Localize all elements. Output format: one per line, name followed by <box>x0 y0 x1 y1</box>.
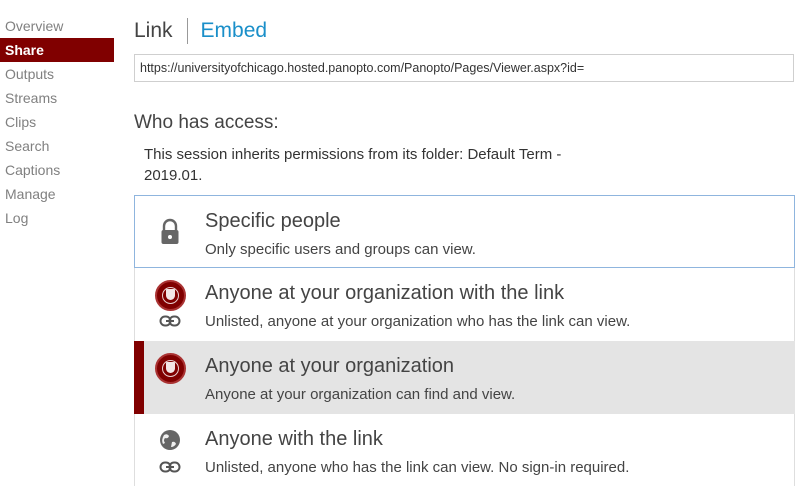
sidebar-item-outputs[interactable]: Outputs <box>0 62 114 86</box>
sidebar-item-search[interactable]: Search <box>0 134 114 158</box>
link-icon <box>159 315 181 327</box>
organization-seal-icon <box>153 280 187 332</box>
share-tabs: Link Embed <box>134 16 267 46</box>
option-description: Unlisted, anyone who has the link can vi… <box>205 459 630 476</box>
sidebar-item-share[interactable]: Share <box>0 38 114 62</box>
option-description: Unlisted, anyone at your organization wh… <box>205 313 631 330</box>
option-title: Anyone at your organization <box>205 355 455 377</box>
option-title: Anyone at your organization with the lin… <box>205 282 565 304</box>
access-option-org-with-link[interactable]: Anyone at your organization with the lin… <box>134 268 795 341</box>
inherit-permissions-text: This session inherits permissions from i… <box>144 146 562 184</box>
access-option-specific-people[interactable]: Specific people Only specific users and … <box>134 195 795 268</box>
lock-icon <box>153 208 187 260</box>
link-icon <box>159 461 181 473</box>
access-heading: Who has access: <box>134 112 279 133</box>
access-options-list: Specific people Only specific users and … <box>134 195 795 486</box>
sidebar-item-overview[interactable]: Overview <box>0 14 114 38</box>
sidebar-item-clips[interactable]: Clips <box>0 110 114 134</box>
option-title: Anyone with the link <box>205 428 383 450</box>
option-description: Anyone at your organization can find and… <box>205 386 516 403</box>
access-option-anyone-with-link[interactable]: Anyone with the link Unlisted, anyone wh… <box>134 414 795 486</box>
sidebar-item-log[interactable]: Log <box>0 206 114 230</box>
tab-divider <box>186 18 188 44</box>
sidebar-item-streams[interactable]: Streams <box>0 86 114 110</box>
access-option-organization[interactable]: Anyone at your organization Anyone at yo… <box>134 341 795 414</box>
sidebar-nav: Overview Share Outputs Streams Clips Sea… <box>0 14 114 230</box>
globe-icon <box>153 426 187 478</box>
sidebar-item-manage[interactable]: Manage <box>0 182 114 206</box>
share-url-field[interactable] <box>134 54 794 82</box>
option-title: Specific people <box>205 210 341 232</box>
sidebar-item-captions[interactable]: Captions <box>0 158 114 182</box>
tab-link[interactable]: Link <box>134 19 173 43</box>
organization-seal-icon <box>153 353 187 405</box>
option-description: Only specific users and groups can view. <box>205 241 476 258</box>
tab-embed[interactable]: Embed <box>201 19 268 43</box>
